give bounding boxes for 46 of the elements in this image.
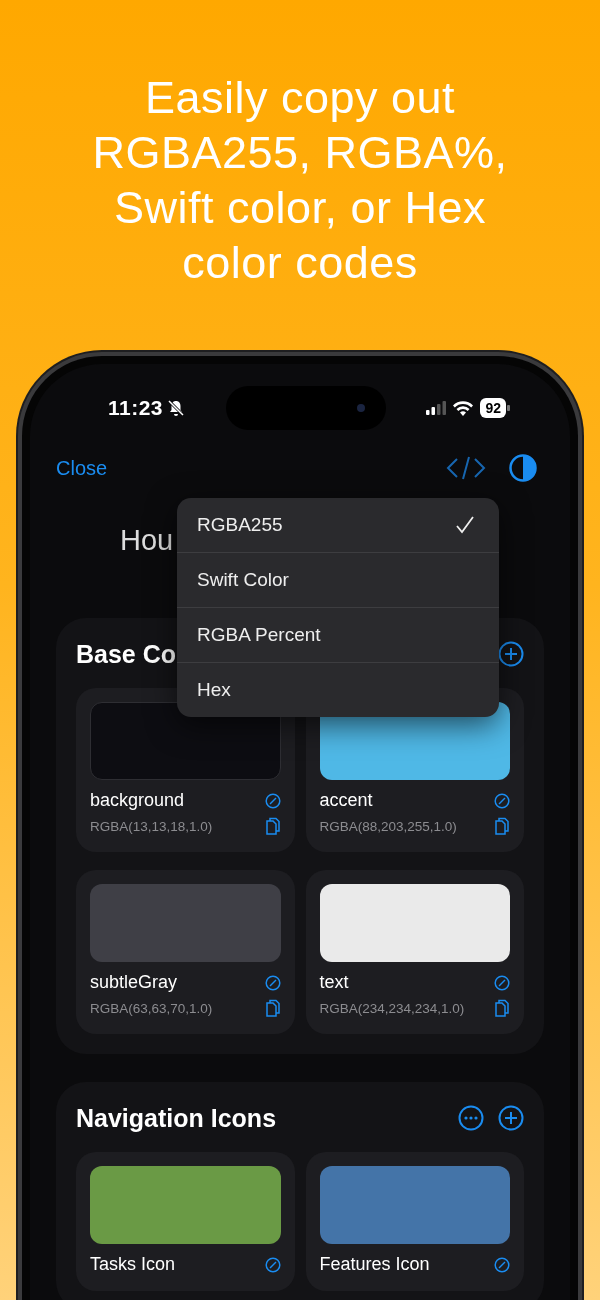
color-card[interactable]: Features Icon bbox=[305, 1152, 524, 1291]
color-name: accent bbox=[319, 790, 374, 811]
menu-item[interactable]: RGBA Percent bbox=[177, 607, 499, 662]
group-title: Navigation Icons bbox=[76, 1103, 277, 1133]
headline: Easily copy out RGBA255, RGBA%, Swift color, or Hex color codes bbox=[92, 71, 508, 290]
color-name: Tasks Icon bbox=[90, 1254, 177, 1275]
color-value: RGBA(63,63,70,1.0) bbox=[90, 1000, 214, 1017]
battery-tip-icon bbox=[507, 405, 510, 411]
color-value: RGBA(88,203,255,1.0) bbox=[319, 818, 458, 835]
copy-icon[interactable] bbox=[264, 817, 281, 836]
page-title: Hou bbox=[120, 523, 174, 558]
battery-level: 92 bbox=[480, 398, 506, 418]
copy-icon[interactable] bbox=[264, 999, 281, 1018]
menu-item[interactable]: Swift Color bbox=[177, 552, 499, 607]
menu-item[interactable]: Hex bbox=[177, 662, 499, 717]
camera-icon bbox=[355, 403, 366, 413]
more-icon[interactable] bbox=[458, 1105, 484, 1131]
color-name: text bbox=[319, 972, 350, 993]
close-link[interactable]: Close bbox=[56, 456, 108, 480]
slash-circle-icon[interactable] bbox=[264, 792, 281, 809]
copy-icon[interactable] bbox=[494, 999, 510, 1018]
color-card[interactable]: Tasks Icon bbox=[76, 1152, 295, 1291]
status-time: 11:23 bbox=[108, 396, 164, 420]
wifi-icon bbox=[453, 400, 474, 416]
add-icon[interactable] bbox=[498, 1105, 524, 1131]
add-icon[interactable] bbox=[498, 641, 524, 667]
slash-circle-icon[interactable] bbox=[264, 1256, 281, 1273]
signal-icon bbox=[426, 401, 447, 415]
copy-icon[interactable] bbox=[494, 817, 510, 836]
slash-circle-icon[interactable] bbox=[494, 1256, 510, 1273]
menu-item[interactable]: RGBA255 bbox=[177, 498, 499, 552]
code-icon[interactable] bbox=[446, 455, 486, 481]
slash-circle-icon[interactable] bbox=[264, 974, 281, 991]
color-card[interactable]: subtleGray RGBA(63,63,70,1.0) bbox=[76, 870, 295, 1034]
color-name: Features Icon bbox=[319, 1254, 431, 1275]
bell-slash-icon bbox=[167, 399, 186, 417]
group-title: Base Co bbox=[76, 639, 177, 669]
color-value: RGBA(13,13,18,1.0) bbox=[90, 818, 214, 835]
color-card[interactable]: text RGBA(234,234,234,1.0) bbox=[305, 870, 524, 1034]
slash-circle-icon[interactable] bbox=[494, 974, 510, 991]
color-value: RGBA(234,234,234,1.0) bbox=[319, 1000, 466, 1017]
color-name: subtleGray bbox=[90, 972, 179, 993]
checkmark-icon bbox=[455, 515, 475, 535]
contrast-icon[interactable] bbox=[508, 453, 538, 483]
color-name: background bbox=[90, 790, 186, 811]
slash-circle-icon[interactable] bbox=[494, 792, 510, 809]
